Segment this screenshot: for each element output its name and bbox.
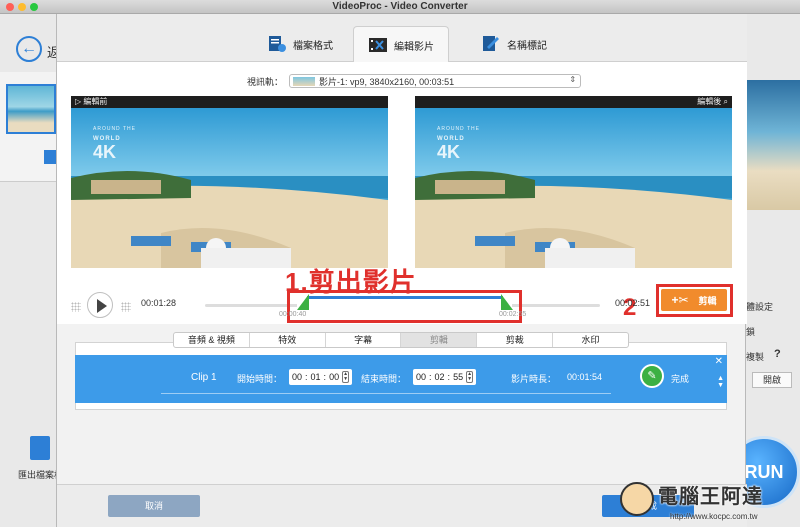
video-track-select[interactable]: 影片-1: vp9, 3840x2160, 00:03:51 ⇕ bbox=[289, 74, 582, 88]
export-icon[interactable] bbox=[30, 436, 50, 460]
watermark-top: AROUND THE bbox=[437, 126, 480, 132]
drag-grid-icon[interactable] bbox=[71, 302, 81, 312]
site-url: http://www.kocpc.com.tw bbox=[670, 512, 758, 521]
open-button[interactable]: 開啟 bbox=[752, 372, 792, 388]
site-watermark-logo: 電腦王阿達 http://www.kocpc.com.tw bbox=[612, 478, 800, 527]
mascot-face-icon bbox=[620, 482, 654, 516]
window-titlebar: VideoProc - Video Converter bbox=[0, 0, 800, 14]
help-icon[interactable]: ? bbox=[774, 348, 781, 360]
end-time: 00:02:51 bbox=[615, 298, 651, 308]
lock-item[interactable]: 鎖 bbox=[746, 325, 800, 338]
after-label: 編輯後 bbox=[697, 97, 722, 106]
before-panel-header: ▷ 編輯前 bbox=[71, 96, 388, 108]
video-thumbnail[interactable] bbox=[6, 84, 56, 134]
tab-edit-video[interactable]: 編輯影片 bbox=[353, 26, 449, 63]
reorder-arrows-icon[interactable]: ▲ ▼ bbox=[717, 375, 724, 389]
zoom-window-button[interactable] bbox=[30, 3, 38, 11]
watermark-big: 4K bbox=[93, 142, 117, 162]
start-time-label: 開始時間： bbox=[237, 374, 283, 384]
track-thumbnail bbox=[293, 76, 316, 86]
clip-name: Clip 1 bbox=[191, 372, 217, 383]
end-time-label: 結束時間： bbox=[361, 374, 407, 384]
right-preview-image bbox=[746, 80, 800, 210]
trim-end-tick: 00:02:55 bbox=[499, 311, 527, 318]
start-seconds[interactable]: 00 bbox=[329, 372, 339, 382]
add-scissors-icon: +✂ bbox=[671, 293, 689, 307]
close-window-button[interactable] bbox=[6, 3, 14, 11]
settings-item[interactable]: 體設定 bbox=[746, 300, 800, 313]
before-label: 編輯前 bbox=[83, 97, 108, 106]
right-settings-list: 體設定 鎖 複製 bbox=[746, 300, 800, 375]
clip-row[interactable]: Clip 1 開始時間： 00: 01: 00 ▲ ▼ 結束時間： 00: 02:… bbox=[75, 355, 727, 403]
edit-video-icon bbox=[369, 38, 387, 52]
tab-edit-video-label: 編輯影片 bbox=[394, 41, 434, 53]
start-time-field[interactable]: 00: 01: 00 ▲ ▼ bbox=[289, 369, 353, 385]
play-button[interactable] bbox=[87, 292, 113, 318]
watermark-top: AROUND THE bbox=[93, 126, 136, 132]
trim-start-tick: 00:00:40 bbox=[279, 311, 307, 318]
end-minutes[interactable]: 02 bbox=[435, 372, 445, 382]
cancel-button[interactable]: 取消 bbox=[108, 495, 200, 517]
edit-sub-tabs: 音頻 & 視頻 特效 字幕 剪輯 剪裁 水印 bbox=[173, 332, 629, 348]
video-track-label: 視訊軌： bbox=[247, 76, 284, 87]
pencil-icon[interactable]: ✎ bbox=[640, 364, 664, 388]
watermark: AROUND THE WORLD 4K bbox=[93, 126, 136, 161]
duration-value: 00:01:54 bbox=[567, 372, 603, 382]
trim-button[interactable]: +✂ 剪輯 bbox=[661, 289, 727, 311]
window-title: VideoProc - Video Converter bbox=[332, 1, 468, 12]
tab-effects[interactable]: 特效 bbox=[250, 333, 326, 347]
watermark: AROUND THE WORLD 4K bbox=[437, 126, 480, 161]
trim-button-label: 剪輯 bbox=[698, 295, 717, 306]
tab-crop[interactable]: 剪裁 bbox=[477, 333, 554, 347]
magnifier-icon[interactable]: ⌕ bbox=[724, 97, 728, 106]
start-time-stepper[interactable]: ▲ ▼ bbox=[342, 371, 350, 383]
tab-trim[interactable]: 剪輯 bbox=[401, 333, 478, 347]
tab-audio-video[interactable]: 音頻 & 視頻 bbox=[174, 333, 250, 347]
tab-file-format[interactable]: 檔案格式 bbox=[253, 26, 347, 62]
tab-name-tag-label: 名稱標記 bbox=[507, 40, 547, 52]
site-name: 電腦王阿達 bbox=[658, 486, 763, 508]
start-minutes[interactable]: 01 bbox=[311, 372, 321, 382]
clip-done-label[interactable]: 完成 bbox=[671, 372, 689, 385]
end-time-stepper[interactable]: ▲ ▼ bbox=[466, 371, 474, 383]
copy-item[interactable]: 複製 bbox=[746, 350, 800, 363]
clip-divider bbox=[161, 393, 611, 394]
tab-subtitles[interactable]: 字幕 bbox=[326, 333, 402, 347]
tab-file-format-label: 檔案格式 bbox=[293, 40, 333, 52]
dialog-tabs: 檔案格式 編輯影片 名稱標記 bbox=[57, 14, 747, 63]
watermark-big: 4K bbox=[437, 142, 461, 162]
tab-name-tag[interactable]: 名稱標記 bbox=[467, 26, 561, 62]
chevron-updown-icon: ⇕ bbox=[569, 75, 577, 84]
tab-watermark[interactable]: 水印 bbox=[553, 333, 628, 347]
video-track-row: 視訊軌： 影片-1: vp9, 3840x2160, 00:03:51 ⇕ bbox=[247, 74, 582, 88]
start-hours[interactable]: 00 bbox=[292, 372, 302, 382]
edit-thumbnail-button[interactable] bbox=[44, 150, 56, 164]
play-small-icon: ▷ bbox=[75, 97, 82, 106]
after-panel-header: 編輯後 ⌕ bbox=[415, 96, 732, 108]
after-video-preview: AROUND THE WORLD 4K bbox=[415, 108, 732, 268]
end-hours[interactable]: 00 bbox=[416, 372, 426, 382]
current-time: 00:01:28 bbox=[141, 298, 177, 308]
drag-grid-icon[interactable] bbox=[121, 302, 131, 312]
before-video-preview: AROUND THE WORLD 4K bbox=[71, 108, 388, 268]
edit-video-dialog: 檔案格式 編輯影片 名稱標記 視訊軌： 影片-1: vp9, 3840x2160… bbox=[56, 14, 747, 527]
end-seconds[interactable]: 55 bbox=[453, 372, 463, 382]
trim-selection[interactable] bbox=[307, 296, 503, 299]
file-format-icon bbox=[269, 36, 286, 52]
name-tag-icon bbox=[483, 36, 499, 51]
minimize-window-button[interactable] bbox=[18, 3, 26, 11]
end-time-field[interactable]: 00: 02: 55 ▲ ▼ bbox=[413, 369, 477, 385]
close-icon[interactable]: ✕ bbox=[715, 356, 723, 367]
video-track-value: 影片-1: vp9, 3840x2160, 00:03:51 bbox=[319, 76, 455, 87]
duration-label: 影片時長： bbox=[511, 374, 557, 384]
back-arrow-icon[interactable]: ← bbox=[16, 36, 42, 62]
